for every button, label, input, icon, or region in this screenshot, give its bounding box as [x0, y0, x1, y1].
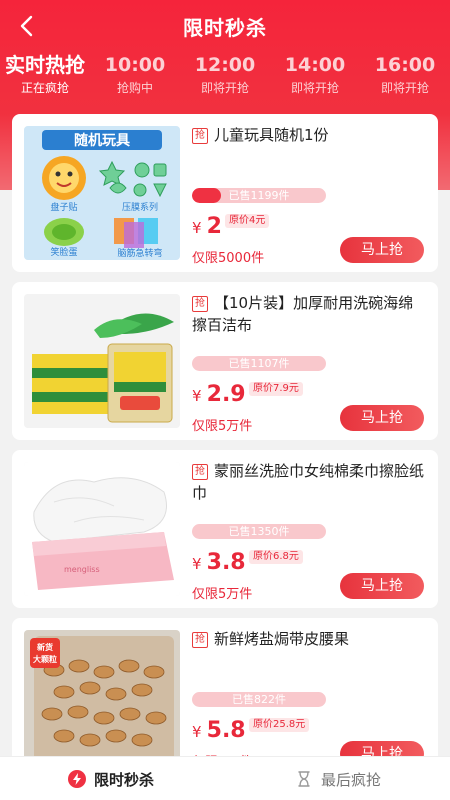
currency-symbol: ¥ [192, 723, 202, 741]
tissues-illustration: mengliss [24, 462, 180, 596]
slot-time: 14:00 [284, 54, 346, 76]
sale-price: 2 [206, 214, 222, 239]
sale-price: 2.9 [206, 382, 246, 407]
sold-progress-bar: 已售1350件 [192, 524, 326, 539]
sold-count: 已售1350件 [228, 525, 290, 538]
sold-progress-bar: 已售1199件 [192, 188, 326, 203]
product-image-toys: 随机玩具 盘子贴 压膜系列 笑脸蛋 脑筋急转弯 [24, 126, 180, 260]
toys-illustration: 随机玩具 盘子贴 压膜系列 笑脸蛋 脑筋急转弯 [24, 126, 180, 260]
slot-time: 10:00 [104, 54, 166, 76]
price-row: ¥ 5.8 原价25.8元 [192, 718, 310, 748]
product-info: 抢儿童玩具随机1份 已售1199件 ¥ 2 原价4元 仅限5000件 马上抢 [192, 124, 428, 266]
original-price: 原价25.8元 [249, 718, 310, 732]
toys-label: 压膜系列 [122, 201, 158, 213]
original-price: 原价6.8元 [249, 550, 303, 564]
product-info: 抢【10片装】加厚耐用洗碗海绵擦百洁布 已售1107件 ¥ 2.9 原价7.9元… [192, 292, 428, 434]
original-price: 原价4元 [225, 214, 270, 228]
lightning-icon [68, 770, 86, 788]
product-name-text: 儿童玩具随机1份 [214, 126, 329, 144]
sale-price: 3.8 [206, 550, 246, 575]
tissues-brand: mengliss [64, 565, 100, 574]
slot-time: 16:00 [374, 54, 436, 76]
cashews-tag: 新货 [37, 642, 53, 652]
sold-count: 已售822件 [232, 693, 286, 706]
sold-progress-bar: 已售822件 [192, 692, 326, 707]
price-row: ¥ 2.9 原价7.9元 [192, 382, 303, 412]
product-info: 抢蒙丽丝洗脸巾女纯棉柔巾擦脸纸巾 已售1350件 ¥ 3.8 原价6.8元 仅限… [192, 460, 428, 602]
slot-status: 正在疯抢 [20, 81, 69, 95]
tab-label: 限时秒杀 [94, 771, 155, 789]
slot-time: 实时热抢 [5, 53, 85, 77]
product-image-tissues: mengliss [24, 462, 180, 596]
toys-banner-text: 随机玩具 [74, 132, 130, 149]
product-image-cashews: 新货 大颗粒 [24, 630, 180, 764]
toys-label: 脑筋急转弯 [117, 247, 162, 259]
sold-progress-bar: 已售1107件 [192, 356, 326, 371]
price-row: ¥ 2 原价4元 [192, 214, 270, 244]
top-bar: 限时秒杀 [0, 0, 450, 52]
buy-now-button[interactable]: 马上抢 [340, 573, 424, 599]
tab-label: 最后疯抢 [321, 771, 382, 789]
hourglass-icon [298, 771, 310, 787]
product-name: 抢儿童玩具随机1份 [192, 124, 428, 168]
qiang-badge: 抢 [192, 632, 208, 648]
sold-count: 已售1107件 [228, 357, 290, 370]
product-image-sponges [24, 294, 180, 428]
price-row: ¥ 3.8 原价6.8元 [192, 550, 303, 580]
product-name-text: 蒙丽丝洗脸巾女纯棉柔巾擦脸纸巾 [192, 462, 425, 502]
slot-time: 12:00 [194, 54, 256, 76]
product-name: 抢新鲜烤盐焗带皮腰果 [192, 628, 428, 672]
buy-now-button[interactable]: 马上抢 [340, 405, 424, 431]
stock-limit: 仅限5万件 [192, 587, 253, 602]
slot-1600[interactable]: 16:00 即将开抢 [360, 52, 450, 104]
sold-count: 已售1199件 [228, 189, 290, 202]
cashews-illustration: 新货 大颗粒 [24, 630, 180, 764]
product-name-text: 【10片装】加厚耐用洗碗海绵擦百洁布 [192, 294, 414, 334]
qiang-badge: 抢 [192, 464, 208, 480]
currency-symbol: ¥ [192, 219, 202, 237]
toys-label: 笑脸蛋 [50, 246, 77, 258]
slot-1200[interactable]: 12:00 即将开抢 [180, 52, 270, 104]
original-price: 原价7.9元 [249, 382, 303, 396]
stock-limit: 仅限5万件 [192, 419, 253, 434]
qiang-badge: 抢 [192, 296, 208, 312]
product-name: 抢【10片装】加厚耐用洗碗海绵擦百洁布 [192, 292, 428, 336]
time-slot-tabs: 实时热抢 正在疯抢 10:00 抢购中 12:00 即将开抢 14:00 即将开… [0, 52, 450, 104]
product-name-text: 新鲜烤盐焗带皮腰果 [214, 630, 350, 648]
sale-price: 5.8 [206, 718, 246, 743]
slot-1000[interactable]: 10:00 抢购中 [90, 52, 180, 104]
product-card[interactable]: 抢【10片装】加厚耐用洗碗海绵擦百洁布 已售1107件 ¥ 2.9 原价7.9元… [12, 282, 438, 440]
cashews-tag: 大颗粒 [33, 654, 57, 664]
slot-status: 即将开抢 [290, 81, 339, 95]
product-info: 抢新鲜烤盐焗带皮腰果 已售822件 ¥ 5.8 原价25.8元 仅限5万件 马上… [192, 628, 428, 770]
currency-symbol: ¥ [192, 555, 202, 573]
slot-status: 即将开抢 [200, 81, 249, 95]
stock-limit: 仅限5000件 [192, 251, 265, 266]
tab-last-rush[interactable]: 最后疯抢 [225, 757, 450, 800]
page-title: 限时秒杀 [183, 16, 267, 40]
slot-status: 即将开抢 [380, 81, 429, 95]
bottom-tab-bar: 限时秒杀 最后疯抢 [0, 756, 450, 800]
toys-label: 盘子贴 [50, 201, 77, 213]
tab-flash-sale[interactable]: 限时秒杀 [0, 757, 225, 800]
product-name: 抢蒙丽丝洗脸巾女纯棉柔巾擦脸纸巾 [192, 460, 428, 504]
slot-1400[interactable]: 14:00 即将开抢 [270, 52, 360, 104]
currency-symbol: ¥ [192, 387, 202, 405]
product-card[interactable]: 随机玩具 盘子贴 压膜系列 笑脸蛋 脑筋急转弯 抢 儿童玩具随机1份 已售119… [12, 114, 438, 272]
slot-status: 抢购中 [116, 81, 153, 95]
product-card[interactable]: mengliss 抢蒙丽丝洗脸巾女纯棉柔巾擦脸纸巾 已售1350件 ¥ 3.8 … [12, 450, 438, 608]
slot-live[interactable]: 实时热抢 正在疯抢 [0, 52, 90, 104]
buy-now-button[interactable]: 马上抢 [340, 237, 424, 263]
qiang-badge: 抢 [192, 128, 208, 144]
product-card[interactable]: 新货 大颗粒 抢新鲜烤盐焗带皮腰果 已售822件 ¥ 5.8 原价25.8元 仅… [12, 618, 438, 776]
sponges-illustration [24, 294, 180, 428]
